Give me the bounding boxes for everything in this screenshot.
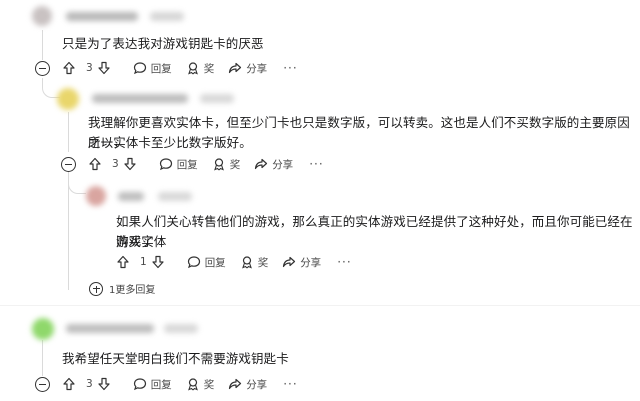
comment-text-line1: 如果人们关心转售他们的游戏，那么真正的实体游戏已经提供了这种好处，而且你可能已经… xyxy=(116,214,633,249)
award-label: 奖 xyxy=(229,158,241,171)
reply-label: 回复 xyxy=(204,256,226,269)
arrow-up-icon xyxy=(63,377,75,391)
share-icon xyxy=(255,158,268,170)
award-button[interactable]: 奖 xyxy=(212,157,241,172)
share-button[interactable]: 分享 xyxy=(228,377,267,392)
downvote-button[interactable] xyxy=(151,255,169,269)
comment-2: 我理解你更喜欢实体卡，但至少门卡也只是数字版，可以转卖。这也是人们不买数字版的主… xyxy=(0,80,640,180)
timestamp-blurred xyxy=(200,94,234,103)
upvote-button[interactable] xyxy=(62,61,80,75)
timestamp-blurred xyxy=(150,12,184,21)
share-button[interactable]: 分享 xyxy=(228,61,267,76)
share-label: 分享 xyxy=(300,256,322,269)
arrow-down-icon xyxy=(152,255,164,269)
award-icon xyxy=(187,62,198,75)
comment-3: 如果人们关心转售他们的游戏，那么真正的实体游戏已经提供了这种好处，而且你可能已经… xyxy=(0,180,640,280)
username-blurred xyxy=(92,94,188,103)
username-blurred xyxy=(66,324,154,333)
arrow-down-icon xyxy=(124,157,136,171)
reply-button[interactable]: 回复 xyxy=(159,157,198,172)
speech-bubble-icon xyxy=(187,256,200,269)
upvote-button[interactable] xyxy=(62,377,80,391)
comment-actions: 3 回复 奖 分享 ··· xyxy=(62,373,298,395)
more-replies-label: 1更多回复 xyxy=(109,285,156,296)
share-label: 分享 xyxy=(246,378,268,391)
award-label: 奖 xyxy=(257,256,269,269)
comment-actions: 3 回复 奖 分享 ··· xyxy=(62,57,298,79)
more-options-button[interactable]: ··· xyxy=(283,377,297,391)
share-button[interactable]: 分享 xyxy=(282,255,321,270)
comment-text-line2: 游戏了 xyxy=(116,234,154,249)
share-icon xyxy=(229,62,242,74)
share-icon xyxy=(283,256,296,268)
collapse-button[interactable] xyxy=(35,377,50,392)
timestamp-blurred xyxy=(158,192,192,201)
award-label: 奖 xyxy=(203,62,215,75)
comment-actions: 3 回复 奖 分享 ··· xyxy=(88,153,324,175)
username-blurred xyxy=(118,192,144,201)
award-icon xyxy=(241,256,252,269)
comment-text-line2: 所以实体卡至少比数字版好。 xyxy=(88,135,252,150)
reply-label: 回复 xyxy=(150,62,172,75)
vote-count: 3 xyxy=(112,158,119,170)
upvote-button[interactable] xyxy=(88,157,106,171)
reply-button[interactable]: 回复 xyxy=(187,255,226,270)
divider xyxy=(0,305,640,306)
award-icon xyxy=(187,378,198,391)
award-icon xyxy=(213,158,224,171)
vote-count: 3 xyxy=(86,378,93,390)
share-label: 分享 xyxy=(272,158,294,171)
avatar xyxy=(32,318,54,340)
comment-4: 我希望任天堂明白我们不需要游戏钥匙卡 3 回复 奖 分享 ··· xyxy=(0,312,640,401)
speech-bubble-icon xyxy=(133,62,146,75)
comment-text: 只是为了表达我对游戏钥匙卡的厌恶 xyxy=(62,36,264,51)
comment-actions: 1 回复 奖 分享 ··· xyxy=(116,251,352,273)
arrow-up-icon xyxy=(63,61,75,75)
more-options-button[interactable]: ··· xyxy=(337,255,351,269)
award-label: 奖 xyxy=(203,378,215,391)
avatar xyxy=(57,88,79,110)
timestamp-blurred xyxy=(164,324,198,333)
reply-button[interactable]: 回复 xyxy=(133,377,172,392)
avatar xyxy=(32,6,52,26)
more-options-button[interactable]: ··· xyxy=(309,157,323,171)
collapse-button[interactable] xyxy=(35,61,50,76)
arrow-up-icon xyxy=(89,157,101,171)
reply-label: 回复 xyxy=(176,158,198,171)
share-label: 分享 xyxy=(246,62,268,75)
collapse-button[interactable] xyxy=(61,157,76,172)
downvote-button[interactable] xyxy=(97,377,115,391)
upvote-button[interactable] xyxy=(116,255,134,269)
share-icon xyxy=(229,378,242,390)
avatar xyxy=(86,186,106,206)
username-blurred xyxy=(66,12,138,21)
speech-bubble-icon xyxy=(159,158,172,171)
arrow-up-icon xyxy=(117,255,129,269)
vote-count: 1 xyxy=(140,256,147,268)
reply-button[interactable]: 回复 xyxy=(133,61,172,76)
more-replies-link[interactable]: 1更多回复 xyxy=(89,281,155,296)
comment-text: 我希望任天堂明白我们不需要游戏钥匙卡 xyxy=(62,351,289,366)
downvote-button[interactable] xyxy=(97,61,115,75)
share-button[interactable]: 分享 xyxy=(254,157,293,172)
downvote-button[interactable] xyxy=(123,157,141,171)
vote-count: 3 xyxy=(86,62,93,74)
award-button[interactable]: 奖 xyxy=(240,255,269,270)
more-options-button[interactable]: ··· xyxy=(283,61,297,75)
award-button[interactable]: 奖 xyxy=(186,61,215,76)
award-button[interactable]: 奖 xyxy=(186,377,215,392)
speech-bubble-icon xyxy=(133,378,146,391)
reply-label: 回复 xyxy=(150,378,172,391)
arrow-down-icon xyxy=(98,377,110,391)
arrow-down-icon xyxy=(98,61,110,75)
expand-icon xyxy=(89,281,103,296)
comment-1: 只是为了表达我对游戏钥匙卡的厌恶 3 回复 奖 分享 ··· xyxy=(0,0,640,80)
